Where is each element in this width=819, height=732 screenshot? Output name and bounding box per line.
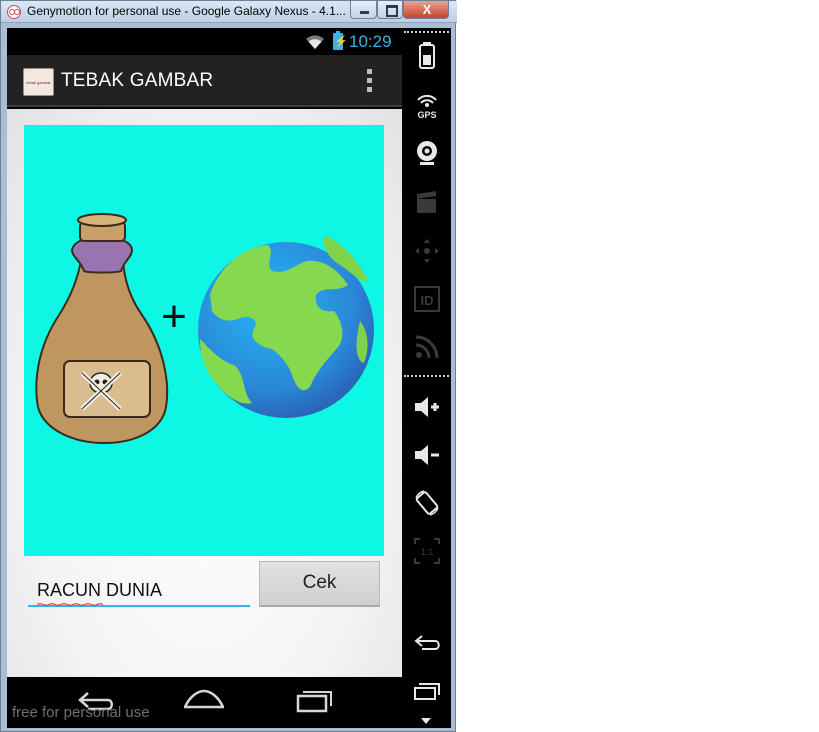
webcam-icon [416,141,437,165]
scale-tool[interactable]: 1:1 [402,536,451,576]
recent-apps-icon [413,683,440,700]
volume-down-icon [414,445,439,465]
recent-apps-icon[interactable] [296,687,334,713]
video-capture-icon [416,191,436,213]
answer-text: RACUN DUNIA [37,580,163,600]
scroll-down-icon[interactable] [421,718,431,724]
genymotion-window: Genymotion for personal use - Google Gal… [0,0,457,732]
rotate-icon [414,490,439,516]
window-title: Genymotion for personal use - Google Gal… [27,4,347,18]
dpad-icon [414,239,439,263]
answer-input[interactable]: RACUN DUNIA [28,575,250,607]
id-icon: ID [413,286,440,312]
overflow-menu-icon[interactable] [367,69,373,93]
window-titlebar[interactable]: Genymotion for personal use - Google Gal… [1,1,457,23]
dpad-tool[interactable] [402,236,451,276]
spellcheck-underline [37,603,103,606]
volume-up-icon [414,397,439,417]
gps-icon: GPS [416,94,437,120]
volume-down-tool[interactable] [402,440,451,480]
genymotion-toolbar: GPS ID 1:1 [402,28,451,728]
status-bar: ⚡ 10:29 [7,28,402,55]
rss-tool[interactable] [402,332,451,372]
main-content: + RACUN DUNIA Cek [7,109,402,677]
svg-text:1:1: 1:1 [420,547,433,557]
status-clock: 10:29 [349,32,392,51]
poison-bottle-image [35,213,169,445]
video-capture-tool[interactable] [402,188,451,228]
puzzle-image: + [24,125,384,556]
sidebar-recent-tool[interactable] [402,676,451,716]
close-button[interactable]: X [403,1,449,19]
action-bar: tebak gambar TEBAK GAMBAR [7,55,402,107]
personal-use-watermark: free for personal use [12,704,150,721]
rotate-tool[interactable] [402,488,451,528]
wifi-icon [306,35,324,49]
genymotion-logo-icon [7,5,21,19]
battery-icon [418,42,435,69]
scale-icon: 1:1 [413,538,440,564]
sidebar-back-tool[interactable] [402,628,451,668]
id-tool[interactable]: ID [402,284,451,324]
webcam-tool[interactable] [402,138,451,178]
home-icon[interactable] [184,687,224,711]
battery-tool[interactable] [402,40,451,80]
app-title: TEBAK GAMBAR [61,70,214,91]
rss-icon [415,335,438,359]
svg-text:ID: ID [420,293,433,308]
cek-button[interactable]: Cek [259,561,380,607]
svg-text:GPS: GPS [417,110,436,120]
gps-tool[interactable]: GPS [402,90,451,130]
back-icon [413,635,440,650]
app-icon[interactable]: tebak gambar [23,68,54,96]
plus-symbol: + [161,292,187,341]
volume-up-tool[interactable] [402,392,451,432]
close-icon: X [422,2,432,17]
android-screen: ⚡ 10:29 tebak gambar TEBAK GAMBAR + RACU… [7,28,402,728]
maximize-button[interactable] [377,1,403,19]
battery-charging-icon: ⚡ [333,31,348,50]
earth-globe-image [198,235,374,418]
minimize-button[interactable] [350,1,377,19]
